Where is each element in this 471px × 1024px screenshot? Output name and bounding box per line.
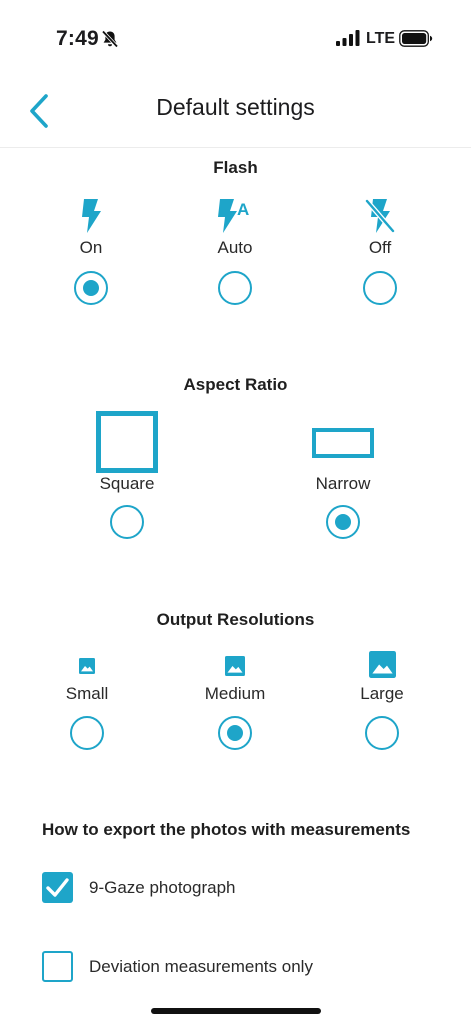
flash-off-radio[interactable] <box>363 271 397 305</box>
home-indicator <box>151 1008 321 1014</box>
deviation-only-label: Deviation measurements only <box>89 957 313 976</box>
flash-option-auto[interactable]: A Auto <box>175 196 295 306</box>
resolution-option-large[interactable]: Large <box>322 650 442 750</box>
status-bar: 7:49 LTE <box>0 0 471 60</box>
nine-gaze-checkbox[interactable] <box>42 872 73 903</box>
aspect-square-radio[interactable] <box>110 505 144 539</box>
navigation-bar: Default settings <box>0 70 471 148</box>
image-small-icon <box>79 658 95 674</box>
flash-off-label: Off <box>368 238 392 257</box>
aspect-narrow-radio[interactable] <box>326 505 360 539</box>
status-time: 7:49 <box>56 27 99 50</box>
resolution-option-small[interactable]: Small <box>27 650 147 750</box>
image-medium-icon <box>225 656 245 676</box>
aspect-square-label: Square <box>99 474 155 493</box>
aspect-option-narrow[interactable]: Narrow <box>283 410 403 542</box>
nine-gaze-label: 9-Gaze photograph <box>89 878 236 897</box>
export-option-deviation[interactable]: Deviation measurements only <box>42 951 442 983</box>
square-ratio-icon <box>96 411 158 473</box>
export-option-9-gaze[interactable]: 9-Gaze photograph <box>42 872 442 904</box>
svg-text:A: A <box>237 200 249 219</box>
deviation-only-checkbox[interactable] <box>42 951 73 982</box>
flash-on-radio[interactable] <box>74 271 108 305</box>
flash-option-off[interactable]: Off <box>320 196 440 306</box>
resolution-medium-label: Medium <box>204 684 266 703</box>
resolution-large-radio[interactable] <box>365 716 399 750</box>
image-large-icon <box>368 651 396 678</box>
cellular-signal-icon <box>336 30 360 46</box>
resolution-large-label: Large <box>360 684 404 703</box>
network-type: LTE <box>366 30 396 47</box>
flash-off-icon <box>365 199 395 233</box>
flash-on-label: On <box>79 238 103 257</box>
output-resolutions-section-title: Output Resolutions <box>156 610 315 629</box>
aspect-narrow-label: Narrow <box>315 474 371 493</box>
flash-on-icon <box>82 199 101 233</box>
flash-auto-label: Auto <box>217 238 253 257</box>
resolution-small-radio[interactable] <box>70 716 104 750</box>
bell-muted-icon <box>101 30 119 48</box>
export-section-title: How to export the photos with measuremen… <box>42 820 411 839</box>
narrow-ratio-icon <box>312 428 374 458</box>
flash-auto-radio[interactable] <box>218 271 252 305</box>
resolution-small-label: Small <box>65 684 109 703</box>
flash-auto-icon: A <box>218 199 249 233</box>
resolution-option-medium[interactable]: Medium <box>175 650 295 750</box>
aspect-ratio-section-title: Aspect Ratio <box>183 375 288 394</box>
flash-option-on[interactable]: On <box>31 196 151 306</box>
page-title: Default settings <box>156 94 315 120</box>
battery-icon <box>399 30 433 47</box>
flash-section-title: Flash <box>213 158 258 177</box>
checkmark-icon <box>46 878 69 897</box>
resolution-medium-radio[interactable] <box>218 716 252 750</box>
aspect-option-square[interactable]: Square <box>67 410 187 542</box>
